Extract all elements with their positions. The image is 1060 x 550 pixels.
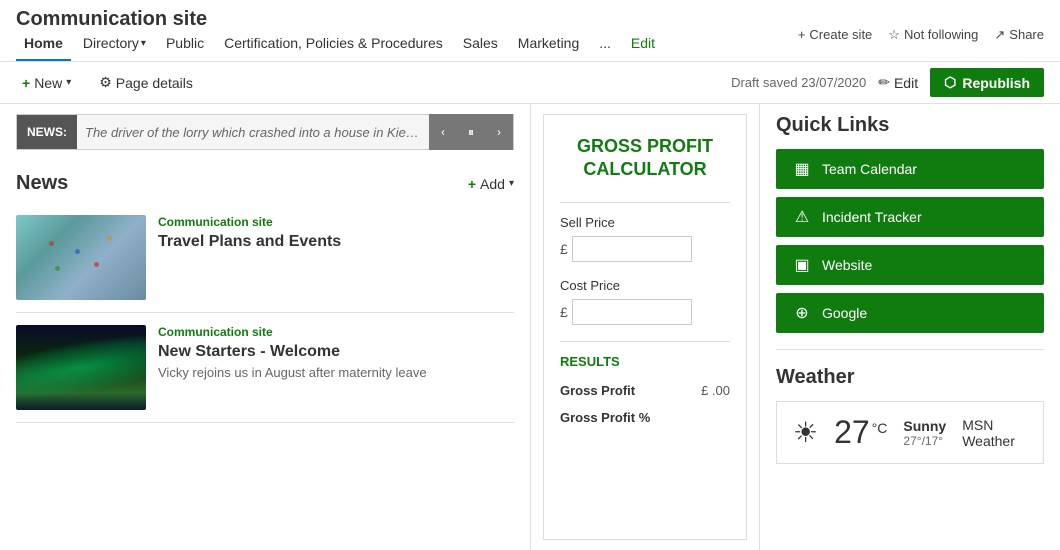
calendar-icon: ▦ xyxy=(792,159,812,179)
sell-price-field: Sell Price £ xyxy=(560,215,730,262)
news-title-2[interactable]: New Starters - Welcome xyxy=(158,343,514,361)
nav-more[interactable]: ... xyxy=(591,31,619,61)
create-site-button[interactable]: + Create site xyxy=(798,27,872,42)
plus-icon: + xyxy=(468,176,476,192)
toolbar: + New ▾ ⚙ Page details Draft saved 23/07… xyxy=(0,62,1060,104)
quick-link-incident-tracker[interactable]: ⚠ Incident Tracker xyxy=(776,197,1044,237)
quick-links-title: Quick Links xyxy=(776,114,1044,137)
news-item-2: Communication site New Starters - Welcom… xyxy=(16,313,514,423)
sell-price-label: Sell Price xyxy=(560,215,730,230)
gross-profit-label: Gross Profit xyxy=(560,383,635,398)
edit-icon: ✏ xyxy=(878,74,890,91)
gear-icon: ⚙ xyxy=(99,74,112,91)
right-panel: Quick Links ▦ Team Calendar ⚠ Incident T… xyxy=(760,104,1060,550)
news-content-2: Communication site New Starters - Welcom… xyxy=(158,325,514,410)
top-right-actions: + Create site ☆ Not following ↗ Share xyxy=(798,27,1044,43)
weather-source: MSN Weather xyxy=(962,417,1027,449)
toolbar-left: + New ▾ ⚙ Page details xyxy=(16,70,199,95)
globe-icon: ⊕ xyxy=(792,303,812,323)
cost-price-currency: £ xyxy=(560,304,568,320)
edit-button[interactable]: ✏ Edit xyxy=(878,74,918,91)
new-button[interactable]: + New ▾ xyxy=(16,71,77,95)
screen-icon: ▣ xyxy=(792,255,812,275)
toolbar-right: Draft saved 23/07/2020 ✏ Edit ⬡ Republis… xyxy=(731,68,1044,97)
chevron-down-icon: ▾ xyxy=(66,77,71,88)
nav-sales[interactable]: Sales xyxy=(455,31,506,61)
main-content: NEWS: The driver of the lorry which cras… xyxy=(0,104,1060,550)
weather-temp-num: 27 xyxy=(834,414,870,451)
weather-temp-unit: °C xyxy=(872,420,888,436)
quick-link-team-calendar[interactable]: ▦ Team Calendar xyxy=(776,149,1044,189)
left-panel: NEWS: The driver of the lorry which cras… xyxy=(0,104,530,550)
cost-price-label: Cost Price xyxy=(560,278,730,293)
share-icon: ↗ xyxy=(994,27,1005,43)
weather-range: 27°/17° xyxy=(903,434,946,448)
nav-marketing[interactable]: Marketing xyxy=(510,31,587,61)
news-item: Communication site Travel Plans and Even… xyxy=(16,203,514,313)
nav-directory[interactable]: Directory ▾ xyxy=(75,31,154,61)
nav-edit[interactable]: Edit xyxy=(623,31,663,61)
calculator-panel: GROSS PROFIT CALCULATOR Sell Price £ Cos… xyxy=(530,104,760,550)
weather-info: Sunny 27°/17° xyxy=(903,418,946,448)
news-title-1[interactable]: Travel Plans and Events xyxy=(158,233,514,251)
weather-card: ☀ 27 °C Sunny 27°/17° MSN Weather xyxy=(776,401,1044,464)
weather-description: Sunny xyxy=(903,418,946,434)
news-content-1: Communication site Travel Plans and Even… xyxy=(158,215,514,300)
nav-cert[interactable]: Certification, Policies & Procedures xyxy=(216,31,451,61)
alert-icon: ⚠ xyxy=(792,207,812,227)
plus-icon: + xyxy=(798,27,806,42)
cost-price-field: Cost Price £ xyxy=(560,278,730,325)
page-details-button[interactable]: ⚙ Page details xyxy=(93,70,199,95)
results-label: RESULTS xyxy=(560,354,730,369)
news-controls: ‹ ⏸ › xyxy=(429,114,513,150)
calculator-title: GROSS PROFIT CALCULATOR xyxy=(560,135,730,182)
sun-icon: ☀ xyxy=(793,416,818,449)
sell-price-currency: £ xyxy=(560,241,568,257)
republish-button[interactable]: ⬡ Republish xyxy=(930,68,1044,97)
gross-profit-pct-row: Gross Profit % xyxy=(560,404,730,431)
weather-title: Weather xyxy=(776,366,1044,389)
share-button[interactable]: ↗ Share xyxy=(994,27,1044,43)
gross-profit-value: £ .00 xyxy=(701,383,730,398)
republish-icon: ⬡ xyxy=(944,74,956,91)
news-add-button[interactable]: + Add ▾ xyxy=(468,176,514,192)
nav-home[interactable]: Home xyxy=(16,31,71,61)
news-section: News + Add ▾ xyxy=(0,160,530,423)
news-next-button[interactable]: › xyxy=(485,114,513,150)
news-thumbnail-map[interactable] xyxy=(16,215,146,300)
plus-icon: + xyxy=(22,75,30,91)
sell-price-input[interactable] xyxy=(572,236,692,262)
calculator-box: GROSS PROFIT CALCULATOR Sell Price £ Cos… xyxy=(543,114,747,540)
quick-link-google[interactable]: ⊕ Google xyxy=(776,293,1044,333)
draft-saved-text: Draft saved 23/07/2020 xyxy=(731,75,866,90)
cost-price-input[interactable] xyxy=(572,299,692,325)
news-excerpt-2: Vicky rejoins us in August after materni… xyxy=(158,365,514,380)
news-title: News xyxy=(16,172,68,195)
news-pause-button[interactable]: ⏸ xyxy=(457,114,485,150)
news-source-1: Communication site xyxy=(158,215,514,229)
news-source-2: Communication site xyxy=(158,325,514,339)
news-ticker: NEWS: The driver of the lorry which cras… xyxy=(16,114,514,150)
star-icon: ☆ xyxy=(888,27,900,43)
gross-profit-pct-label: Gross Profit % xyxy=(560,410,650,425)
site-title: Communication site xyxy=(16,8,643,31)
news-label: NEWS: xyxy=(17,115,77,149)
news-thumbnail-aurora[interactable] xyxy=(16,325,146,410)
weather-temperature: 27 °C xyxy=(834,414,887,451)
not-following-button[interactable]: ☆ Not following xyxy=(888,27,978,43)
gross-profit-row: Gross Profit £ .00 xyxy=(560,377,730,404)
quick-link-website[interactable]: ▣ Website xyxy=(776,245,1044,285)
nav-links: Home Directory ▾ Public Certification, P… xyxy=(16,31,663,61)
chevron-down-icon: ▾ xyxy=(509,178,514,189)
news-prev-button[interactable]: ‹ xyxy=(429,114,457,150)
nav-public[interactable]: Public xyxy=(158,31,212,61)
chevron-down-icon: ▾ xyxy=(141,38,146,49)
top-navigation: Communication site Home Directory ▾ Publ… xyxy=(0,0,1060,62)
news-ticker-text: The driver of the lorry which crashed in… xyxy=(77,125,429,140)
news-header: News + Add ▾ xyxy=(16,160,514,203)
